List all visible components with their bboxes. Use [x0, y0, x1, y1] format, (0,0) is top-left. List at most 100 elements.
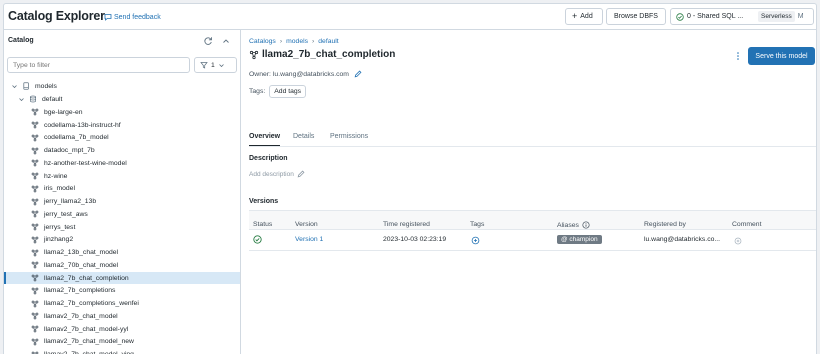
sidebar-item-model[interactable]: bge-large-en	[4, 106, 240, 119]
model-icon	[31, 198, 39, 206]
pencil-icon[interactable]	[354, 70, 362, 78]
column-comment: Comment	[732, 221, 762, 228]
sidebar-item-model[interactable]: llama2_13b_chat_model	[4, 246, 240, 259]
serverless-badge: Serverless	[758, 11, 795, 22]
breadcrumb-separator: ›	[312, 38, 315, 45]
collapse-chevron-icon[interactable]	[221, 36, 231, 46]
send-feedback-link[interactable]: Send feedback	[104, 13, 161, 21]
compute-selector[interactable]: 0 - Shared SQL ... Serverless M	[670, 8, 814, 25]
sidebar-item-label: jerry_llama2_13b	[44, 198, 97, 206]
tabs-divider	[249, 146, 816, 147]
table-header-bg	[249, 210, 816, 230]
model-icon	[31, 134, 39, 142]
warehouse-name: 0 - Shared SQL ...	[687, 13, 744, 20]
info-icon[interactable]	[582, 221, 590, 229]
check-circle-icon	[676, 12, 684, 21]
tags-row: Tags: Add tags	[249, 85, 307, 98]
refresh-icon[interactable]	[203, 36, 213, 46]
browse-dbfs-button[interactable]: Browse DBFS	[606, 8, 666, 25]
warehouse-size: M	[797, 13, 804, 20]
catalog-icon	[22, 82, 30, 90]
sidebar-item-model[interactable]: hz-wine	[4, 170, 240, 183]
owner-value: lu.wang@databricks.com	[272, 70, 349, 78]
sidebar-item-label: llamav2_7b_chat_model_new	[44, 338, 134, 346]
sidebar-item-model[interactable]: codellama_7b_model	[4, 132, 240, 145]
sidebar-item-model[interactable]: jerrys_test	[4, 221, 240, 234]
breadcrumb: Catalogs › models › default	[249, 38, 339, 45]
breadcrumb-catalogs[interactable]: Catalogs	[249, 38, 276, 45]
alias-badge: @ champion	[557, 235, 602, 244]
sidebar-item-model[interactable]: jinzhang2	[4, 234, 240, 247]
versions-heading: Versions	[249, 198, 279, 205]
kebab-menu-icon[interactable]	[735, 51, 741, 61]
sidebar-item-model[interactable]: llama2_7b_completions_wenfei	[4, 297, 240, 310]
add-tag-icon[interactable]	[471, 236, 480, 245]
chevron-down-icon	[11, 83, 18, 90]
model-icon	[31, 223, 39, 231]
sidebar-item-label: llama2_7b_chat_completion	[44, 274, 129, 282]
owner-row: Owner: lu.wang@databricks.com	[249, 70, 362, 78]
chevron-down-icon	[18, 96, 25, 103]
filter-input[interactable]	[7, 57, 190, 73]
tab-details[interactable]: Details	[293, 133, 314, 140]
sidebar-item-model[interactable]: jerry_test_aws	[4, 208, 240, 221]
column-aliases-label: Aliases	[557, 221, 579, 229]
add-button[interactable]: + Add	[565, 8, 603, 25]
model-icon	[31, 236, 39, 244]
tree-catalog-label: models	[35, 82, 57, 90]
breadcrumb-default[interactable]: default	[318, 38, 338, 45]
tab-permissions[interactable]: Permissions	[330, 133, 368, 140]
model-icon	[31, 210, 39, 218]
sidebar-item-model[interactable]: llamav2_7b_chat_model_ying	[4, 348, 240, 354]
sidebar-item-model[interactable]: llama2_70b_chat_model	[4, 259, 240, 272]
sidebar-item-model[interactable]: llama2_7b_chat_completion	[4, 271, 240, 285]
sidebar-item-model[interactable]: datadoc_mpt_7b	[4, 144, 240, 157]
model-icon	[31, 159, 39, 167]
model-title: llama2_7b_chat_completion	[262, 49, 396, 60]
tree-schema-default[interactable]: default	[4, 93, 240, 106]
sidebar-item-model[interactable]: llama2_7b_completions	[4, 285, 240, 298]
page-title: Catalog Explorer	[8, 9, 105, 23]
sidebar-title: Catalog	[8, 37, 34, 44]
tags-label: Tags:	[249, 88, 266, 95]
sidebar-item-label: llamav2_7b_chat_model-yyl	[44, 325, 129, 333]
column-time-registered: Time registered	[383, 221, 430, 228]
sidebar-item-model[interactable]: llamav2_7b_chat_model_new	[4, 336, 240, 349]
sidebar-item-label: codellama_7b_model	[44, 134, 109, 142]
versions-table	[249, 210, 816, 251]
comment-icon[interactable]	[734, 237, 742, 245]
column-status: Status	[253, 221, 273, 228]
version-link[interactable]: Version 1	[295, 236, 323, 243]
add-tags-button[interactable]: Add tags	[269, 85, 307, 98]
sidebar-item-model[interactable]: jerry_llama2_13b	[4, 195, 240, 208]
sidebar-item-model[interactable]: codellama-13b-instruct-hf	[4, 119, 240, 132]
speech-bubble-icon	[104, 13, 112, 21]
pencil-icon	[297, 170, 305, 178]
model-icon	[31, 325, 39, 333]
check-circle-icon	[253, 235, 262, 244]
chevron-down-icon	[218, 62, 225, 69]
tab-overview[interactable]: Overview	[249, 133, 280, 140]
sidebar-item-label: jerrys_test	[44, 223, 76, 231]
breadcrumb-models[interactable]: models	[286, 38, 308, 45]
sidebar-item-label: jerry_test_aws	[44, 210, 88, 218]
model-icon	[249, 50, 259, 60]
tree-catalog-models[interactable]: models	[4, 80, 240, 93]
add-description-link[interactable]: Add description	[249, 170, 305, 178]
database-icon	[29, 95, 37, 103]
model-icon	[31, 185, 39, 193]
sidebar-item-label: datadoc_mpt_7b	[44, 147, 95, 155]
serve-model-button[interactable]: Serve this model	[748, 47, 815, 65]
table-row-divider	[249, 250, 816, 251]
model-icon	[31, 338, 39, 346]
filter-type-button[interactable]: 1	[194, 57, 237, 73]
sidebar-item-label: hz-another-test-wine-model	[44, 159, 127, 167]
owner-label: Owner:	[249, 70, 271, 78]
sidebar-item-model[interactable]: llamav2_7b_chat_model	[4, 310, 240, 323]
breadcrumb-separator: ›	[279, 38, 283, 45]
sidebar-item-model[interactable]: iris_model	[4, 183, 240, 196]
sidebar-item-model[interactable]: hz-another-test-wine-model	[4, 157, 240, 170]
column-aliases: Aliases	[557, 221, 590, 229]
registered-by: lu.wang@databricks.co...	[644, 236, 721, 243]
sidebar-item-model[interactable]: llamav2_7b_chat_model-yyl	[4, 323, 240, 336]
